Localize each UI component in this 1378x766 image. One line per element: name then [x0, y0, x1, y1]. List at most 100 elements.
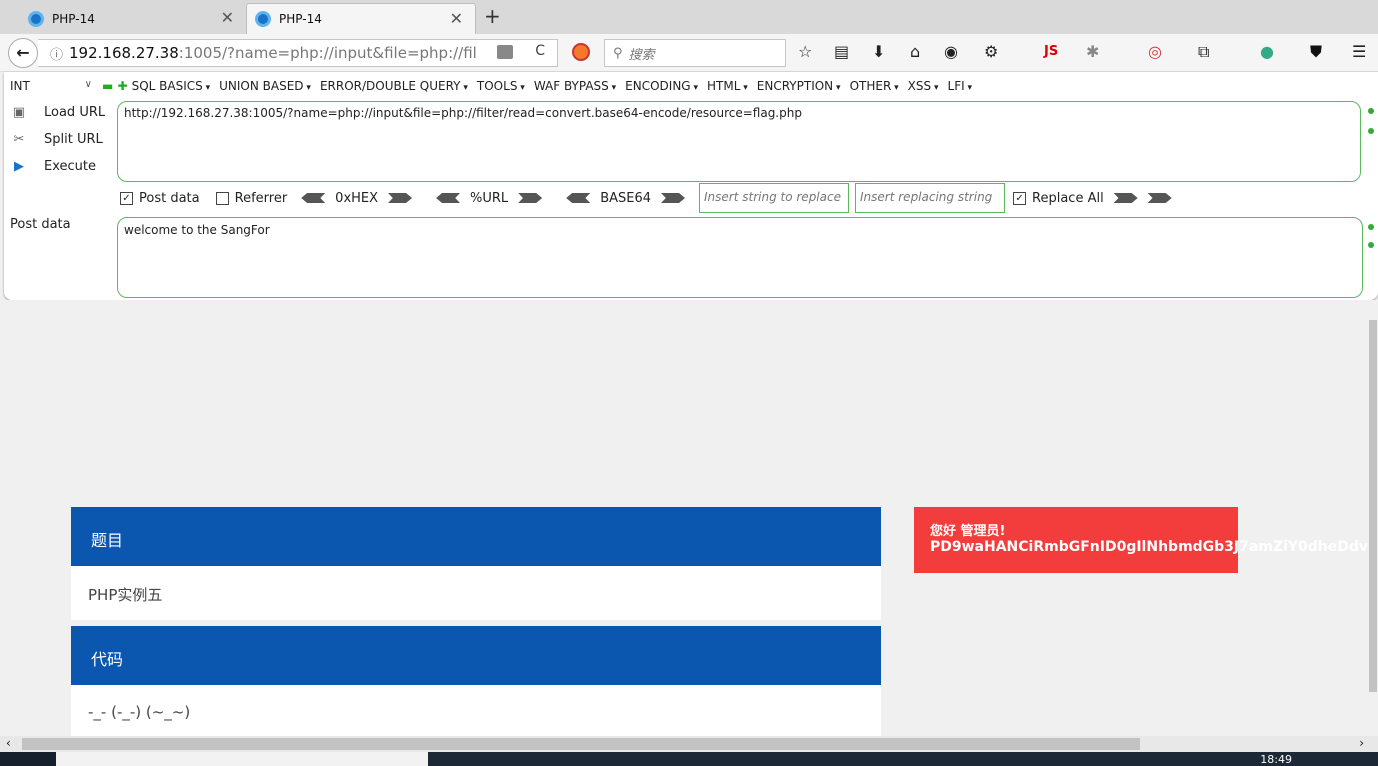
- vertical-scrollbar[interactable]: [1368, 300, 1378, 736]
- section-body-question: PHP实例五: [71, 566, 881, 620]
- download-icon[interactable]: ⬇: [872, 42, 885, 61]
- alert-greeting: 您好 管理员!: [930, 524, 1006, 539]
- hackbar-icon[interactable]: ◎: [1148, 42, 1162, 61]
- browser-tab-bar: PHP-14 ✕ PHP-14 ✕ +: [0, 0, 1378, 34]
- url-decode-arrow-icon[interactable]: [436, 193, 461, 203]
- post-data-checkbox[interactable]: ✓ Post data: [120, 191, 200, 206]
- section-body-code: -_- (-_-) (~_~): [71, 685, 881, 736]
- scroll-left-icon[interactable]: ‹: [6, 736, 11, 750]
- section-title-code: 代码: [71, 626, 881, 685]
- search-placeholder: 搜索: [628, 47, 655, 63]
- base64-decode-arrow-icon[interactable]: [566, 193, 591, 203]
- horizontal-scroll-thumb[interactable]: [22, 738, 1140, 750]
- hex-decode-arrow-icon[interactable]: [301, 193, 326, 203]
- menu-encoding[interactable]: ENCODING: [625, 79, 698, 93]
- url-path: :1005/?name=php://input&file=php://fil: [178, 44, 477, 62]
- home-icon[interactable]: ⌂: [910, 42, 920, 61]
- execute-button[interactable]: ▶ Execute: [8, 159, 96, 174]
- scissors-icon: ✂: [13, 132, 25, 147]
- extension-palette-icon[interactable]: ⚙: [984, 42, 998, 61]
- navigation-toolbar: ← ⓘ 192.168.27.38:1005/?name=php://input…: [0, 34, 1378, 72]
- menu-other[interactable]: OTHER: [850, 79, 899, 93]
- close-tab-icon[interactable]: ✕: [221, 8, 234, 27]
- tab-php-14-first[interactable]: PHP-14 ✕: [20, 3, 246, 34]
- tab-php-14-active[interactable]: PHP-14 ✕: [246, 3, 476, 34]
- post-expand-icon[interactable]: [1368, 224, 1374, 230]
- replace-all-checkbox[interactable]: ✓ Replace All: [1013, 191, 1104, 206]
- menu-tools[interactable]: TOOLS: [477, 79, 525, 93]
- url-encode-label: %URL: [470, 190, 509, 206]
- url-shrink-icon[interactable]: [1368, 128, 1374, 134]
- mode-select[interactable]: INT: [4, 79, 94, 93]
- base64-label: BASE64: [600, 190, 652, 206]
- replacing-string-input[interactable]: Insert replacing string: [855, 183, 1006, 213]
- hex-label: 0xHEX: [335, 190, 379, 206]
- menu-html[interactable]: HTML: [707, 79, 748, 93]
- replace-arrow-icon[interactable]: [1113, 193, 1138, 203]
- new-tab-plus-icon[interactable]: +: [484, 4, 501, 28]
- start-button[interactable]: [0, 752, 56, 766]
- search-input[interactable]: ⚲ 搜索: [604, 39, 786, 67]
- bookmarks-library-icon[interactable]: ▤: [834, 42, 849, 61]
- checkbox-checked-icon: ✓: [1013, 191, 1027, 205]
- url-expand-icon[interactable]: [1368, 108, 1374, 114]
- search-icon: ⚲: [613, 45, 623, 61]
- taskbar-clock: 18:49: [1260, 753, 1292, 766]
- site-favicon-icon: [255, 11, 271, 27]
- hackbar-options-row: ✓ Post data Referrer 0xHEX %URL BASE64 In…: [120, 183, 1182, 213]
- menu-encryption[interactable]: ENCRYPTION: [757, 79, 841, 93]
- horizontal-scrollbar[interactable]: ‹ ›: [0, 736, 1378, 752]
- vertical-scroll-thumb[interactable]: [1369, 320, 1377, 692]
- screenshot-icon[interactable]: ⧉: [1198, 42, 1209, 62]
- post-shrink-icon[interactable]: [1368, 242, 1374, 248]
- play-icon: ▶: [14, 159, 24, 174]
- extension-globe-icon[interactable]: ◉: [944, 42, 958, 61]
- section-title-question: 题目: [71, 507, 881, 566]
- bug-icon[interactable]: ✱: [1086, 42, 1099, 61]
- menu-waf-bypass[interactable]: WAF BYPASS: [534, 79, 616, 93]
- info-icon[interactable]: ⓘ: [50, 44, 63, 63]
- os-taskbar: 18:49: [0, 752, 1378, 766]
- load-url-button[interactable]: ▣ Load URL: [8, 105, 105, 120]
- menu-union-based[interactable]: UNION BASED: [219, 79, 311, 93]
- tab-title: PHP-14: [279, 12, 322, 26]
- taskbar-search[interactable]: [56, 752, 428, 766]
- menu-hamburger-icon[interactable]: ☰: [1352, 42, 1366, 61]
- load-url-icon: ▣: [12, 105, 26, 120]
- checkbox-unchecked-icon: [215, 191, 229, 205]
- menu-sql-basics[interactable]: SQL BASICS: [132, 79, 211, 93]
- reader-view-icon[interactable]: [497, 45, 513, 59]
- url-encode-arrow-icon[interactable]: [518, 193, 543, 203]
- site-favicon-icon: [28, 10, 44, 27]
- split-url-button[interactable]: ✂ Split URL: [8, 132, 103, 147]
- menu-error-double-query[interactable]: ERROR/DOUBLE QUERY: [320, 79, 468, 93]
- hackbar-menu: INT ▬ ✚ SQL BASICS UNION BASED ERROR/DOU…: [4, 77, 1378, 95]
- post-data-label: Post data: [10, 217, 71, 232]
- reload-icon[interactable]: C: [535, 43, 545, 59]
- address-bar[interactable]: ⓘ 192.168.27.38:1005/?name=php://input&f…: [38, 39, 558, 67]
- admin-alert-box: 您好 管理员! PD9waHANCiRmbGFnID0gIlNhbmdGb3J7…: [914, 507, 1368, 573]
- extension-earth-icon[interactable]: ●: [1260, 42, 1274, 61]
- alert-token: PD9waHANCiRmbGFnID0gIlNhbmdGb3J7amZiY0dh…: [930, 539, 1368, 555]
- replace-string-input[interactable]: Insert string to replace: [699, 183, 850, 213]
- js-toggle-button[interactable]: JS: [1044, 44, 1058, 59]
- adblock-icon[interactable]: [572, 43, 590, 61]
- menu-lfi[interactable]: LFI: [948, 79, 973, 93]
- bookmark-star-icon[interactable]: ☆: [798, 42, 812, 61]
- base64-encode-arrow-icon[interactable]: [661, 193, 686, 203]
- replace-back-arrow-icon[interactable]: [1147, 193, 1172, 203]
- menu-xss[interactable]: XSS: [908, 79, 939, 93]
- url-textarea[interactable]: http://192.168.27.38:1005/?name=php://in…: [117, 101, 1361, 182]
- hackbar-panel: INT ▬ ✚ SQL BASICS UNION BASED ERROR/DOU…: [4, 72, 1378, 300]
- referrer-checkbox[interactable]: Referrer: [215, 191, 287, 206]
- shield-icon[interactable]: ⛊: [1310, 42, 1322, 62]
- post-data-textarea[interactable]: welcome to the SangFor: [117, 217, 1363, 298]
- zoom-plus-minus-icon[interactable]: ▬ ✚: [102, 79, 128, 93]
- checkbox-checked-icon: ✓: [120, 191, 133, 205]
- scroll-right-icon[interactable]: ›: [1359, 736, 1364, 750]
- tab-title: PHP-14: [52, 11, 95, 26]
- page-content: 题目 PHP实例五 代码 -_- (-_-) (~_~) 您好 管理员! PD9…: [0, 300, 1368, 736]
- back-arrow-icon[interactable]: ←: [8, 38, 38, 68]
- hex-encode-arrow-icon[interactable]: [388, 193, 413, 203]
- close-tab-icon[interactable]: ✕: [450, 9, 463, 28]
